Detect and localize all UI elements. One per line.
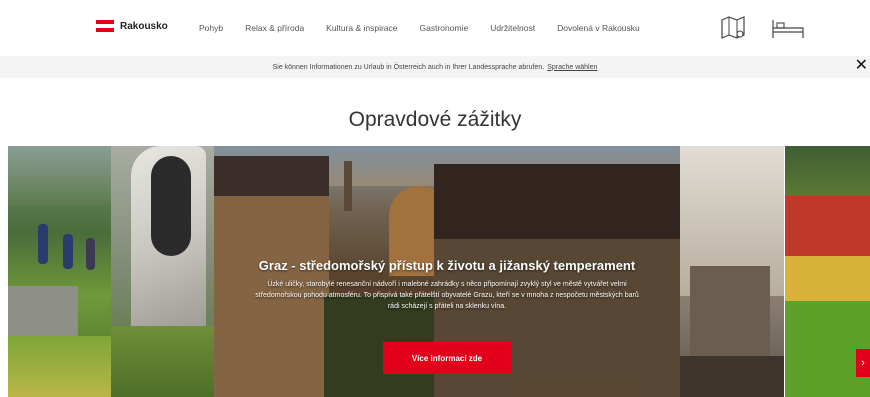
nav-item-udrzitelnost[interactable]: Udržitelnost: [490, 23, 535, 33]
grass-area: [111, 326, 214, 397]
sky-area: [8, 146, 111, 206]
experience-carousel: Graz - středomořský přístup k životu a j…: [0, 146, 870, 397]
bed-icon[interactable]: [770, 14, 806, 42]
nav-item-pohyb[interactable]: Pohyb: [199, 23, 223, 33]
cyclist-figure: [63, 234, 73, 269]
austria-flag-icon: [96, 20, 114, 32]
section-title: Opravdové zážitky: [348, 108, 522, 131]
logo-text: Rakousko: [120, 20, 168, 32]
language-link[interactable]: Sprache wählen: [547, 64, 597, 71]
carousel-slide-street[interactable]: [680, 146, 784, 397]
meadow-area: [8, 336, 111, 397]
carousel-next-button[interactable]: ›: [856, 349, 870, 377]
nav-item-relax[interactable]: Relax & příroda: [245, 23, 304, 33]
cyclist-figure: [86, 238, 95, 270]
carousel-slide-graz[interactable]: Graz - středomořský přístup k životu a j…: [214, 146, 680, 397]
slide-title: Graz - středomořský přístup k životu a j…: [258, 258, 636, 273]
main-nav: Pohyb Relax & příroda Kultura & inspirac…: [199, 23, 662, 33]
close-icon[interactable]: ✕: [855, 57, 868, 75]
carousel-slide-cycling[interactable]: [8, 146, 111, 397]
slide-caption: Graz - středomořský přístup k životu a j…: [214, 258, 680, 312]
dark-horse: [151, 156, 191, 256]
street-area: [680, 356, 784, 397]
map-icon[interactable]: [718, 14, 748, 42]
cyclist-figure: [38, 224, 48, 264]
carousel-slide-horse[interactable]: [111, 146, 214, 397]
road-area: [8, 286, 78, 336]
more-info-button[interactable]: Více informací zde: [383, 342, 511, 374]
site-header: Rakousko Pohyb Relax & příroda Kultura &…: [0, 0, 870, 56]
site-logo[interactable]: Rakousko: [96, 20, 168, 32]
language-infobar: Sie können Informationen zu Urlaub in Ös…: [0, 56, 870, 78]
nav-item-kultura[interactable]: Kultura & inspirace: [326, 23, 397, 33]
slide-description: Úzké uličky, starobylé renesanční nádvoř…: [255, 281, 639, 310]
nav-item-gastronomie[interactable]: Gastronomie: [420, 23, 469, 33]
infobar-text: Sie können Informationen zu Urlaub in Ös…: [272, 63, 545, 71]
produce-yellow: [785, 256, 870, 301]
nav-item-dovolena[interactable]: Dovolená v Rakousku: [557, 23, 640, 33]
produce-red: [785, 196, 870, 256]
